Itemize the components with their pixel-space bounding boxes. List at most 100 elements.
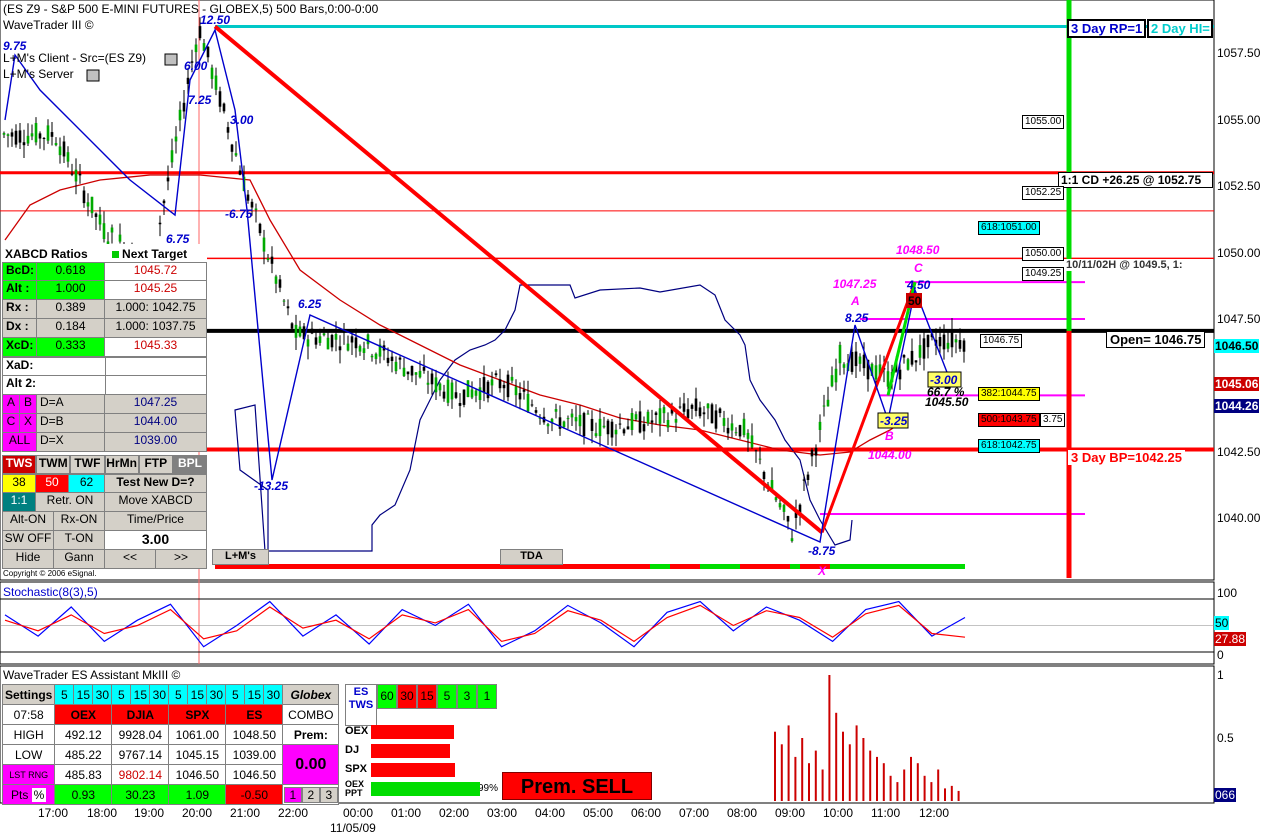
interval-cell[interactable]: 5 — [168, 684, 189, 705]
d-row-a-button[interactable]: A — [3, 395, 20, 413]
fib-38[interactable]: 38 — [3, 475, 36, 492]
annotation-17: -3.00 — [930, 373, 958, 387]
candle-body — [162, 200, 166, 204]
time-axis-label: 22:00 — [278, 806, 309, 820]
combo-button-3[interactable]: 3 — [319, 786, 338, 803]
candle-body — [614, 429, 618, 435]
candle-body — [410, 365, 414, 376]
es-tws-label: ES TWS — [345, 684, 377, 726]
interval-cell[interactable]: 15 — [187, 684, 208, 705]
interval-cell[interactable]: 5 — [111, 684, 132, 705]
tab-twm[interactable]: TWM — [36, 455, 71, 474]
candle-body — [254, 208, 258, 210]
tda-button[interactable]: TDA — [500, 549, 563, 565]
d-row-b-button[interactable]: X — [20, 414, 37, 432]
sw-off-button[interactable]: SW OFF — [3, 531, 54, 549]
tws-number[interactable]: 1 — [477, 684, 497, 709]
interval-cell[interactable]: 30 — [149, 684, 170, 705]
volume-bar — [774, 731, 776, 801]
interval-cell[interactable]: 30 — [263, 684, 284, 705]
xabcd-row-label: Dx : — [3, 319, 37, 337]
assistant-value: 485.22 — [54, 744, 113, 765]
candle-body — [326, 337, 330, 350]
annotation-10: 1047.25 — [833, 277, 877, 291]
rx-on-button[interactable]: Rx-ON — [54, 512, 105, 530]
candle-body — [510, 376, 514, 381]
d-row-a-button[interactable]: C — [3, 414, 20, 432]
xabcd-row-ratio[interactable]: 0.389 — [37, 300, 105, 318]
candle-body — [42, 138, 46, 140]
interval-cell[interactable]: 5 — [225, 684, 246, 705]
candle-body — [650, 420, 654, 423]
lm-button[interactable]: L+M's — [212, 549, 269, 565]
volume-bar — [780, 744, 783, 801]
next-button[interactable]: >> — [156, 550, 206, 568]
t-on-button[interactable]: T-ON — [54, 531, 105, 549]
interval-cell[interactable]: 30 — [206, 684, 227, 705]
tab-twf[interactable]: TWF — [70, 455, 105, 474]
time-axis-label: 01:00 — [391, 806, 422, 820]
gann-button[interactable]: Gann — [54, 550, 105, 568]
prem-bar-row: OEX PPT 99% — [345, 779, 500, 798]
time-axis-label: 05:00 — [583, 806, 614, 820]
xabcd-row: BcD: 0.618 1045.72 — [2, 262, 207, 281]
tab-bpl[interactable]: BPL — [172, 455, 208, 474]
d-row-all-button[interactable]: ALL — [3, 433, 37, 451]
tws-number[interactable]: 30 — [397, 684, 417, 709]
move-xabcd-button[interactable]: Move XABCD — [105, 493, 206, 511]
tab-hrmn[interactable]: HrMn — [104, 455, 139, 474]
candle-body — [582, 413, 586, 437]
interval-cell[interactable]: 15 — [244, 684, 265, 705]
tws-number[interactable]: 3 — [457, 684, 477, 709]
fib-62[interactable]: 62 — [69, 475, 105, 492]
candle-body — [34, 122, 38, 143]
alt-on-button[interactable]: Alt-ON — [3, 512, 54, 530]
candle-body — [454, 392, 458, 398]
candle-body — [290, 323, 294, 329]
tws-number[interactable]: 15 — [417, 684, 437, 709]
candle-body — [518, 393, 522, 400]
settings-button[interactable]: Settings — [1, 684, 56, 705]
interval-cell[interactable]: 30 — [92, 684, 113, 705]
interval-cell[interactable]: 15 — [130, 684, 151, 705]
prev-button[interactable]: << — [105, 550, 156, 568]
xabcd-row-ratio[interactable]: 0.333 — [37, 338, 105, 356]
combo-button-2[interactable]: 2 — [301, 786, 320, 803]
retr-on-button[interactable]: Retr. ON — [36, 493, 105, 511]
xabcd-row-ratio[interactable]: 0.618 — [37, 263, 105, 280]
interval-cell[interactable]: 15 — [73, 684, 94, 705]
candle-body — [222, 103, 226, 112]
one-one-button[interactable]: 1:1 — [3, 493, 36, 511]
alt2-value[interactable] — [105, 376, 206, 394]
tws-number[interactable]: 5 — [437, 684, 457, 709]
assistant-interval-row: Settings 5 15 30 5 15 30 5 15 30 5 15 30 Globex — [1, 684, 340, 705]
interval-cell[interactable]: 5 — [54, 684, 75, 705]
tab-ftp[interactable]: FTP — [138, 455, 173, 474]
tws-number[interactable]: 60 — [377, 684, 397, 709]
price-tag: 500:1043.75 — [978, 413, 1040, 427]
d-row-b-button[interactable]: B — [20, 395, 37, 413]
candle-body — [574, 417, 578, 422]
combo-button-1[interactable]: 1 — [283, 786, 302, 803]
time-axis-label: 11:00 — [871, 806, 901, 820]
fib-50[interactable]: 50 — [36, 475, 69, 492]
test-new-d-button[interactable]: Test New D=? — [105, 475, 206, 492]
d-rows: A B D=A 1047.25 C X D=B 1044.00 ALL D=X 1039.00 — [2, 395, 207, 452]
time-price-input[interactable]: 3.00 — [105, 531, 206, 549]
xad-value[interactable] — [105, 358, 206, 375]
combo-label: COMBO — [282, 704, 340, 725]
hide-button[interactable]: Hide — [3, 550, 54, 568]
candle-body — [754, 450, 758, 452]
tab-tws[interactable]: TWS — [2, 455, 37, 474]
xabcd-row-ratio[interactable]: 0.184 — [37, 319, 105, 337]
candle-body — [398, 357, 402, 360]
candle-body — [186, 77, 190, 84]
xabcd-row-ratio[interactable]: 1.000 — [37, 281, 105, 299]
annotation-7: 6.25 — [298, 297, 322, 311]
candle-body — [702, 412, 706, 415]
candle-body — [6, 134, 10, 136]
signal-strip — [215, 564, 965, 569]
annotation-16: 50 — [908, 294, 922, 308]
stochastic-title: Stochastic(8(3),5) — [3, 585, 98, 599]
time-axis-label: 10:00 — [823, 806, 854, 820]
